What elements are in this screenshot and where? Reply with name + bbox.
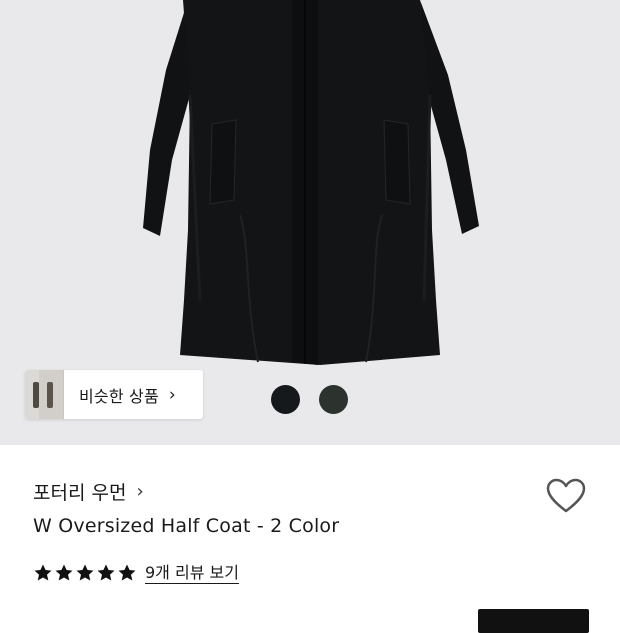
brand-link[interactable]: 포터리 우먼 ›	[33, 478, 144, 504]
rating-stars	[33, 563, 137, 583]
heart-icon[interactable]	[546, 478, 586, 514]
chevron-right-icon: ›	[168, 384, 176, 405]
product-title: W Oversized Half Coat - 2 Color	[33, 515, 340, 537]
star-icon	[34, 564, 52, 581]
color-swatch-dark-green[interactable]	[319, 385, 348, 414]
similar-items-label: 비슷한 상품	[79, 386, 159, 406]
product-image-gallery[interactable]: 비슷한 상품 ›	[0, 0, 620, 445]
star-icon	[97, 564, 115, 581]
coat-left-sleeve	[143, 0, 190, 236]
chevron-right-icon: ›	[136, 480, 144, 502]
rating-row: 9개 리뷰 보기	[33, 560, 239, 586]
star-icon	[55, 564, 73, 581]
similar-items-thumbnails	[25, 370, 64, 419]
review-link[interactable]: 9개 리뷰 보기	[145, 563, 239, 584]
purchase-button[interactable]	[478, 609, 589, 633]
brand-name: 포터리 우먼	[33, 481, 127, 504]
similar-items-button[interactable]: 비슷한 상품 ›	[25, 370, 203, 419]
color-swatch-black[interactable]	[271, 385, 300, 414]
star-icon	[76, 564, 94, 581]
star-icon	[118, 564, 136, 581]
similar-thumbnail	[39, 370, 64, 419]
